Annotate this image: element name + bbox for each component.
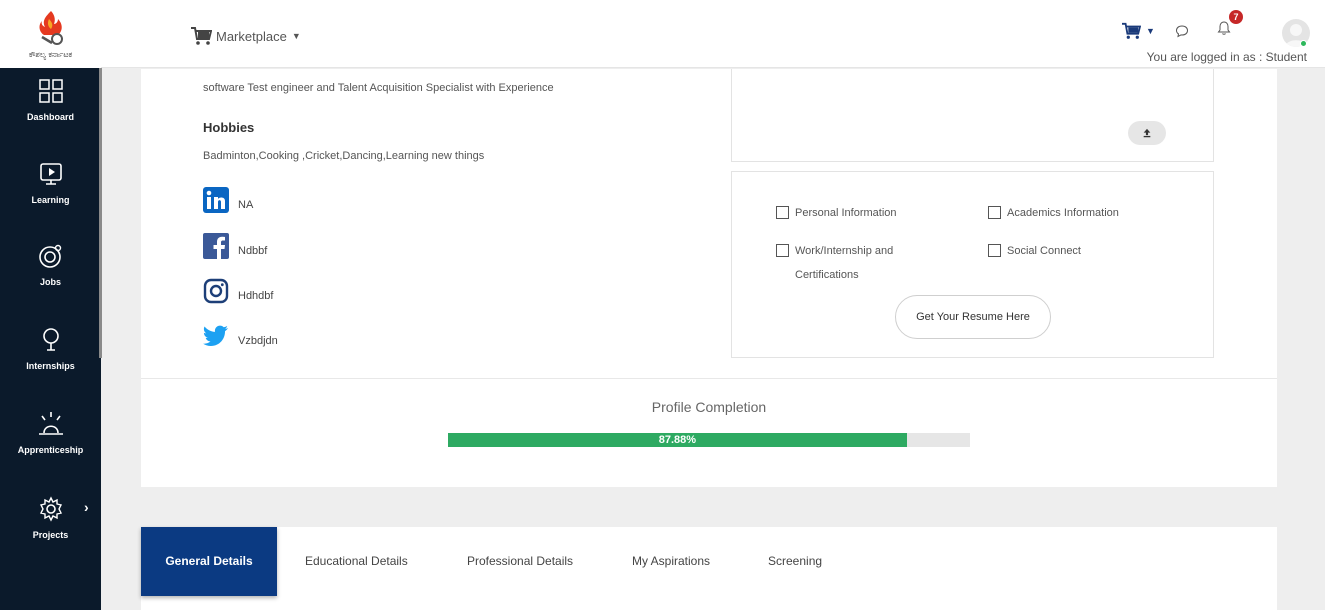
profile-completion-title: Profile Completion [651,399,767,415]
checkbox-label: Social Connect [1007,245,1081,257]
sunrise-icon [38,412,63,435]
sidebar-item-label: Dashboard [26,112,74,122]
checkbox-personal-information[interactable]: Personal Information [776,201,897,225]
checkbox-label: Work/Internship and Certifications [795,245,894,281]
facebook-row[interactable]: Ndbbf [203,233,267,259]
upload-button[interactable] [1128,121,1166,145]
twitter-value: Vzbdjdn [238,335,278,347]
brand-logo[interactable]: ಕೌಶಲ್ಯ ಕರ್ನಾಟಕ [0,0,101,68]
dashboard-grid-icon [38,79,63,103]
divider [141,378,1277,379]
tab-professional-details[interactable]: Professional Details [467,527,573,596]
checkbox[interactable] [988,244,1001,257]
sidebar-item-label: Jobs [39,277,61,287]
sidebar-item-jobs[interactable]: Jobs [0,241,101,287]
linkedin-row[interactable]: NA [203,187,253,213]
logged-in-status: You are logged in as : Student [1146,50,1307,64]
checkbox-label: Personal Information [795,207,897,219]
hobbies-heading: Hobbies [203,120,255,135]
checkbox-social-connect[interactable]: Social Connect [988,239,1081,263]
facebook-value: Ndbbf [238,245,268,257]
online-status-dot [1300,40,1307,47]
lightbulb-icon [42,328,59,351]
sidebar-item-internships[interactable]: Internships [0,325,101,371]
instagram-value: Hdhdbf [238,290,274,302]
brand-logo-text: ಕೌಶಲ್ಯ ಕರ್ನಾಟಕ [28,49,73,59]
caret-down-icon: ▼ [1146,26,1155,36]
sidebar: ಕೌಶಲ್ಯ ಕರ್ನಾಟಕ Dashboard Learning Jobs I… [0,0,102,610]
top-header: Marketplace ▼ ▼ 7 You are logged in as:… [101,0,1325,68]
profile-about-text: software Test engineer and Talent Acquis… [203,82,554,94]
sidebar-item-learning[interactable]: Learning [0,159,101,205]
tab-educational-details[interactable]: Educational Details [305,527,408,596]
profile-card: software Test engineer and Talent Acquis… [141,69,1277,487]
instagram-row[interactable]: Hdhdbf [203,278,273,304]
profile-completion-bar: 87.88% [448,433,970,447]
facebook-icon [203,233,229,259]
notification-badge: 7 [1229,10,1243,24]
bell-icon[interactable] [1217,20,1231,36]
jobs-target-icon [38,244,61,268]
gear-icon [39,496,62,522]
header-actions: ▼ 7 [1105,10,1325,47]
tab-my-aspirations[interactable]: My Aspirations [632,527,710,596]
twitter-row[interactable]: Vzbdjdn [203,323,278,349]
upload-panel [731,69,1214,162]
chat-icon[interactable] [1175,24,1189,38]
sidebar-item-label: Projects [32,530,69,540]
linkedin-value: NA [238,199,254,211]
profile-completion-label: 87.88% [658,434,697,446]
marketplace-label: Marketplace [216,28,287,44]
marketplace-dropdown[interactable]: Marketplace ▼ [190,26,301,46]
details-tabs: General Details Educational Details Prof… [141,527,1277,610]
cart-icon [1122,22,1141,39]
hobbies-text: Badminton,Cooking ,Cricket,Dancing,Learn… [203,150,485,162]
caret-down-icon: ▼ [291,31,301,41]
checkbox-academics-information[interactable]: Academics Information [988,201,1119,225]
sidebar-item-apprenticeship[interactable]: Apprenticeship [0,409,101,455]
checkbox[interactable] [988,206,1001,219]
cart-dropdown[interactable]: ▼ [1121,22,1155,40]
tab-general-details[interactable]: General Details [141,527,277,596]
checkbox[interactable] [776,206,789,219]
sidebar-item-dashboard[interactable]: Dashboard [0,76,101,122]
sidebar-item-label: Learning [31,195,70,205]
checkbox[interactable] [776,244,789,257]
monitor-play-icon [39,163,62,185]
sidebar-expand-chevron-icon[interactable]: › [84,499,89,515]
twitter-icon [203,325,228,346]
linkedin-icon [203,187,229,213]
sidebar-item-label: Apprenticeship [17,445,84,455]
instagram-icon [203,278,229,304]
get-resume-button[interactable]: Get Your Resume Here [895,295,1051,339]
tab-screening[interactable]: Screening [768,527,822,596]
resume-panel: Personal Information Academics Informati… [731,171,1214,358]
flame-gear-logo-icon [39,10,63,45]
cart-icon [191,27,212,45]
checkbox-label: Academics Information [1007,207,1119,219]
checkbox-work-internship[interactable]: Work/Internship and Certifications [776,239,936,287]
sidebar-item-label: Internships [26,361,75,371]
upload-arrow-icon [1143,128,1151,138]
